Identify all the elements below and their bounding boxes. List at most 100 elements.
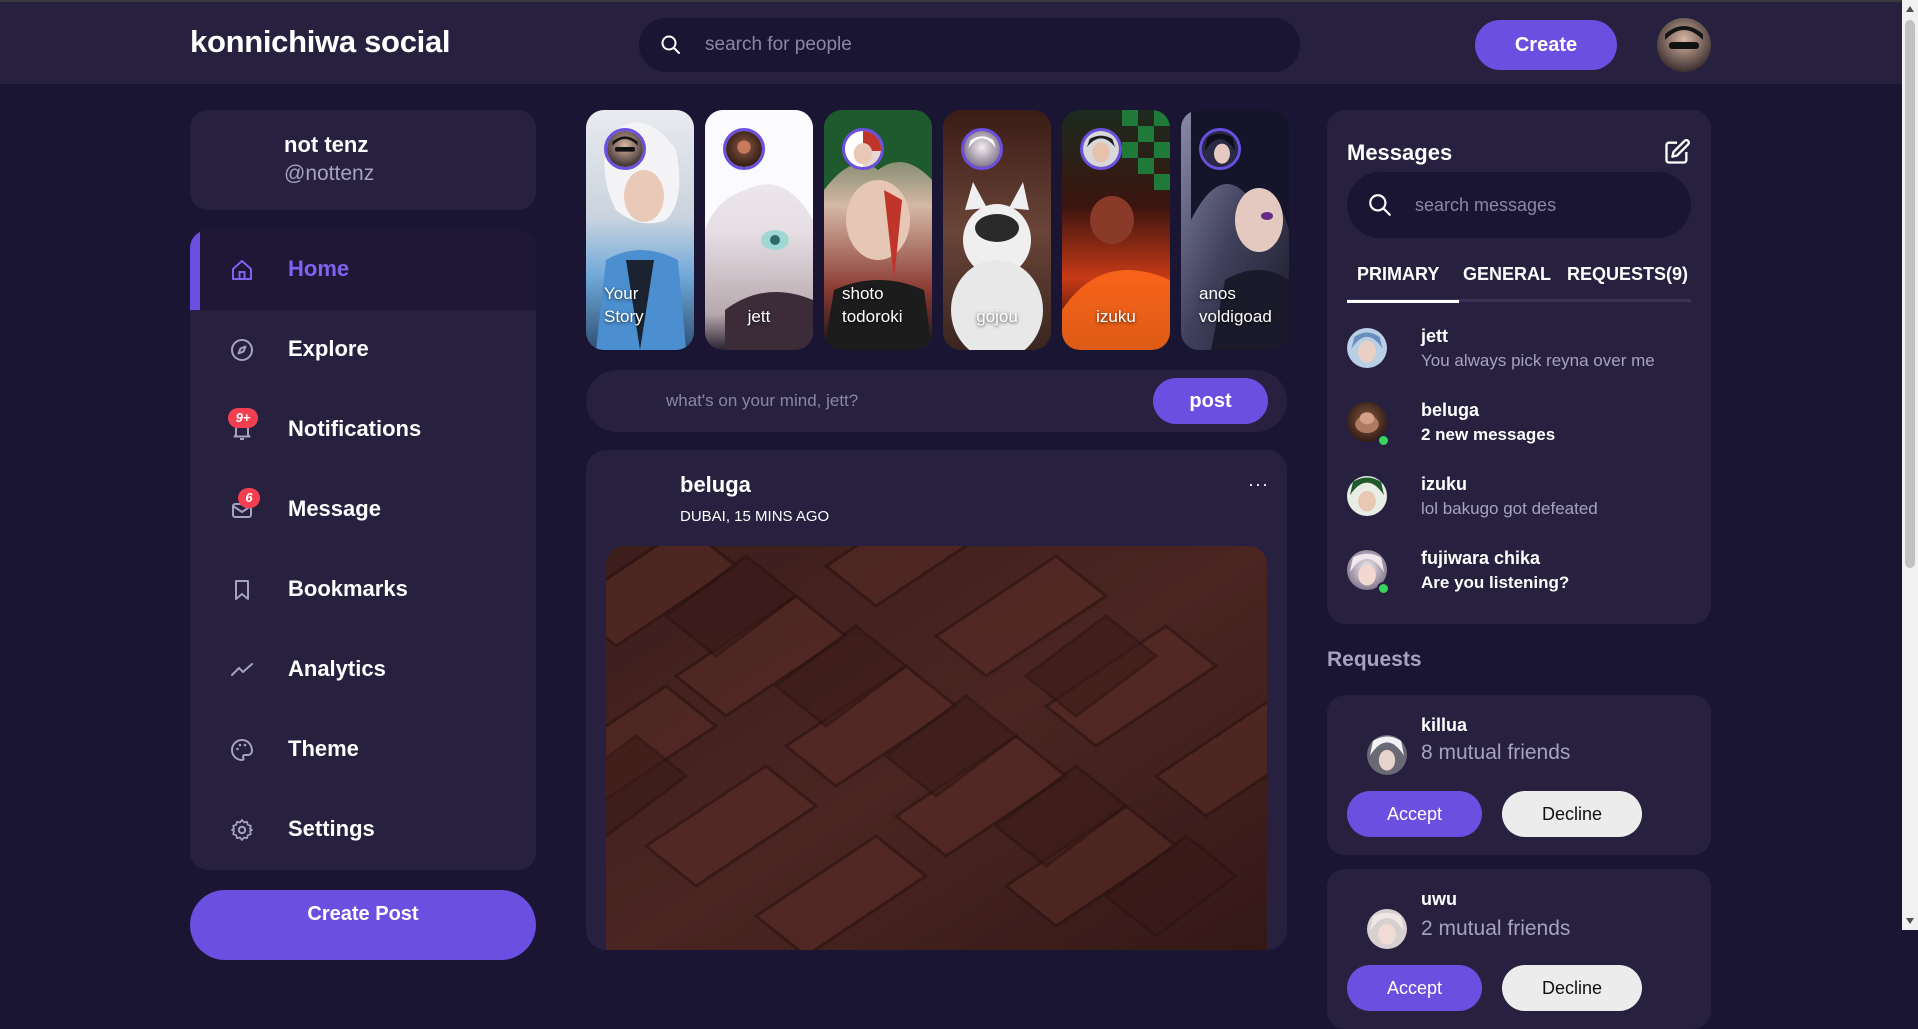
top-navbar: konnichiwa social Create: [0, 0, 1902, 84]
sidebar-item-label: Analytics: [288, 656, 386, 681]
sidebar-nav: Home Explore 9+ Notifications 6 Message …: [190, 230, 536, 870]
story-avatar: [1080, 128, 1122, 170]
accept-button[interactable]: Accept: [1347, 791, 1482, 837]
message-preview: lol bakugo got defeated: [1421, 499, 1598, 518]
story-card[interactable]: gojou: [943, 110, 1051, 350]
request-mutual-friends: 8 mutual friends: [1421, 741, 1571, 764]
search-icon: [1369, 194, 1391, 216]
scroll-down-arrow-icon[interactable]: [1906, 918, 1914, 924]
message-sender: fujiwara chika: [1421, 548, 1541, 568]
message-item[interactable]: fujiwara chika Are you listening?: [1347, 548, 1691, 610]
messages-panel: Messages PRIMARY GENERAL REQUESTS(9) jet…: [1327, 110, 1711, 624]
story-name: Your Story: [604, 284, 644, 326]
story-avatar: [723, 128, 765, 170]
notifications-badge: 9+: [228, 408, 258, 428]
people-search-bar[interactable]: [639, 18, 1300, 72]
message-preview: Are you listening?: [1421, 573, 1570, 592]
tab-requests[interactable]: REQUESTS(9): [1567, 264, 1688, 285]
app-logo[interactable]: konnichiwa social: [190, 24, 451, 60]
trend-icon: [231, 663, 253, 676]
messages-tabs: PRIMARY GENERAL REQUESTS(9): [1346, 264, 1691, 303]
compass-icon: [231, 339, 253, 361]
message-preview: 2 new messages: [1421, 425, 1556, 444]
palette-icon: [231, 738, 254, 762]
profile-handle: @nottenz: [284, 162, 375, 185]
message-item[interactable]: jett You always pick reyna over me: [1347, 326, 1691, 388]
story-avatar: [842, 128, 884, 170]
feed-post: beluga DUBAI, 15 MINS AGO ···: [586, 450, 1287, 950]
message-preview: You always pick reyna over me: [1421, 351, 1655, 370]
message-sender: beluga: [1421, 400, 1480, 420]
message-item[interactable]: izuku lol bakugo got defeated: [1347, 474, 1691, 536]
story-name: anos voldigoad: [1199, 284, 1272, 326]
gear-icon: [231, 819, 253, 841]
story-card[interactable]: jett: [705, 110, 813, 350]
profile-card[interactable]: not tenz @nottenz: [190, 110, 536, 210]
bookmark-icon: [235, 580, 249, 600]
nav-user-avatar[interactable]: [1657, 18, 1711, 72]
friend-request-card: uwu 2 mutual friends Accept Decline: [1327, 869, 1711, 1029]
tab-primary[interactable]: PRIMARY: [1346, 264, 1460, 303]
story-avatar: [1199, 128, 1241, 170]
sidebar-item-label: Bookmarks: [288, 576, 408, 601]
profile-name: not tenz: [284, 132, 369, 157]
story-avatar: [604, 128, 646, 170]
page-scrollbar[interactable]: [1902, 0, 1918, 930]
sidebar-item-label: Home: [288, 256, 350, 281]
scroll-up-arrow-icon[interactable]: [1906, 6, 1914, 12]
accept-button[interactable]: Accept: [1347, 965, 1482, 1011]
post-author-name[interactable]: beluga: [680, 472, 751, 498]
more-options-icon[interactable]: ···: [1248, 474, 1269, 495]
home-icon: [232, 260, 252, 280]
messages-title: Messages: [1347, 140, 1453, 165]
sidebar-item-label: Explore: [288, 336, 369, 361]
online-indicator: [1377, 582, 1390, 595]
message-badge: 6: [238, 488, 260, 508]
requests-title: Requests: [1327, 648, 1422, 671]
sidebar-item-message[interactable]: 6 Message: [190, 470, 536, 550]
sidebar-item-bookmarks[interactable]: Bookmarks: [190, 550, 536, 630]
story-name: jett: [747, 307, 771, 326]
story-card[interactable]: Your Story: [586, 110, 694, 350]
people-search-input[interactable]: [703, 18, 1283, 72]
compose-input[interactable]: [664, 370, 1184, 432]
story-name: shoto todoroki: [842, 284, 903, 326]
create-button[interactable]: Create: [1475, 20, 1617, 70]
sidebar-item-home[interactable]: Home: [190, 230, 536, 310]
decline-button[interactable]: Decline: [1502, 965, 1642, 1011]
online-indicator: [1377, 434, 1390, 447]
sidebar-item-notifications[interactable]: 9+ Notifications: [190, 390, 536, 470]
request-name: uwu: [1421, 889, 1457, 909]
tab-general[interactable]: GENERAL: [1463, 264, 1551, 285]
compose-bar: post: [586, 370, 1287, 432]
sidebar-item-label: Message: [288, 496, 381, 521]
story-card[interactable]: izuku: [1062, 110, 1170, 350]
messages-search-input[interactable]: [1413, 172, 1673, 238]
friend-request-card: killua 8 mutual friends Accept Decline: [1327, 695, 1711, 855]
sidebar-item-analytics[interactable]: Analytics: [190, 630, 536, 710]
story-avatar: [961, 128, 1003, 170]
post-image[interactable]: [606, 546, 1267, 950]
sidebar-item-settings[interactable]: Settings: [190, 790, 536, 870]
message-sender: izuku: [1421, 474, 1468, 494]
edit-icon[interactable]: [1663, 138, 1691, 166]
message-item[interactable]: beluga 2 new messages: [1347, 400, 1691, 462]
sidebar-item-explore[interactable]: Explore: [190, 310, 536, 390]
request-mutual-friends: 2 mutual friends: [1421, 917, 1571, 940]
sidebar-item-theme[interactable]: Theme: [190, 710, 536, 790]
sidebar-item-label: Theme: [288, 736, 359, 761]
story-name: izuku: [1096, 307, 1136, 326]
create-post-button[interactable]: Create Post: [190, 890, 536, 960]
story-card[interactable]: anos voldigoad: [1181, 110, 1289, 350]
decline-button[interactable]: Decline: [1502, 791, 1642, 837]
post-button[interactable]: post: [1153, 378, 1268, 424]
post-meta: DUBAI, 15 MINS AGO: [680, 508, 830, 525]
sidebar-item-label: Notifications: [288, 416, 422, 441]
messages-search-bar[interactable]: [1347, 172, 1691, 238]
scrollbar-thumb[interactable]: [1905, 20, 1915, 568]
message-sender: jett: [1421, 326, 1448, 346]
search-icon: [661, 35, 680, 54]
story-name: gojou: [976, 307, 1018, 326]
story-card[interactable]: shoto todoroki: [824, 110, 932, 350]
sidebar-item-label: Settings: [288, 816, 375, 841]
